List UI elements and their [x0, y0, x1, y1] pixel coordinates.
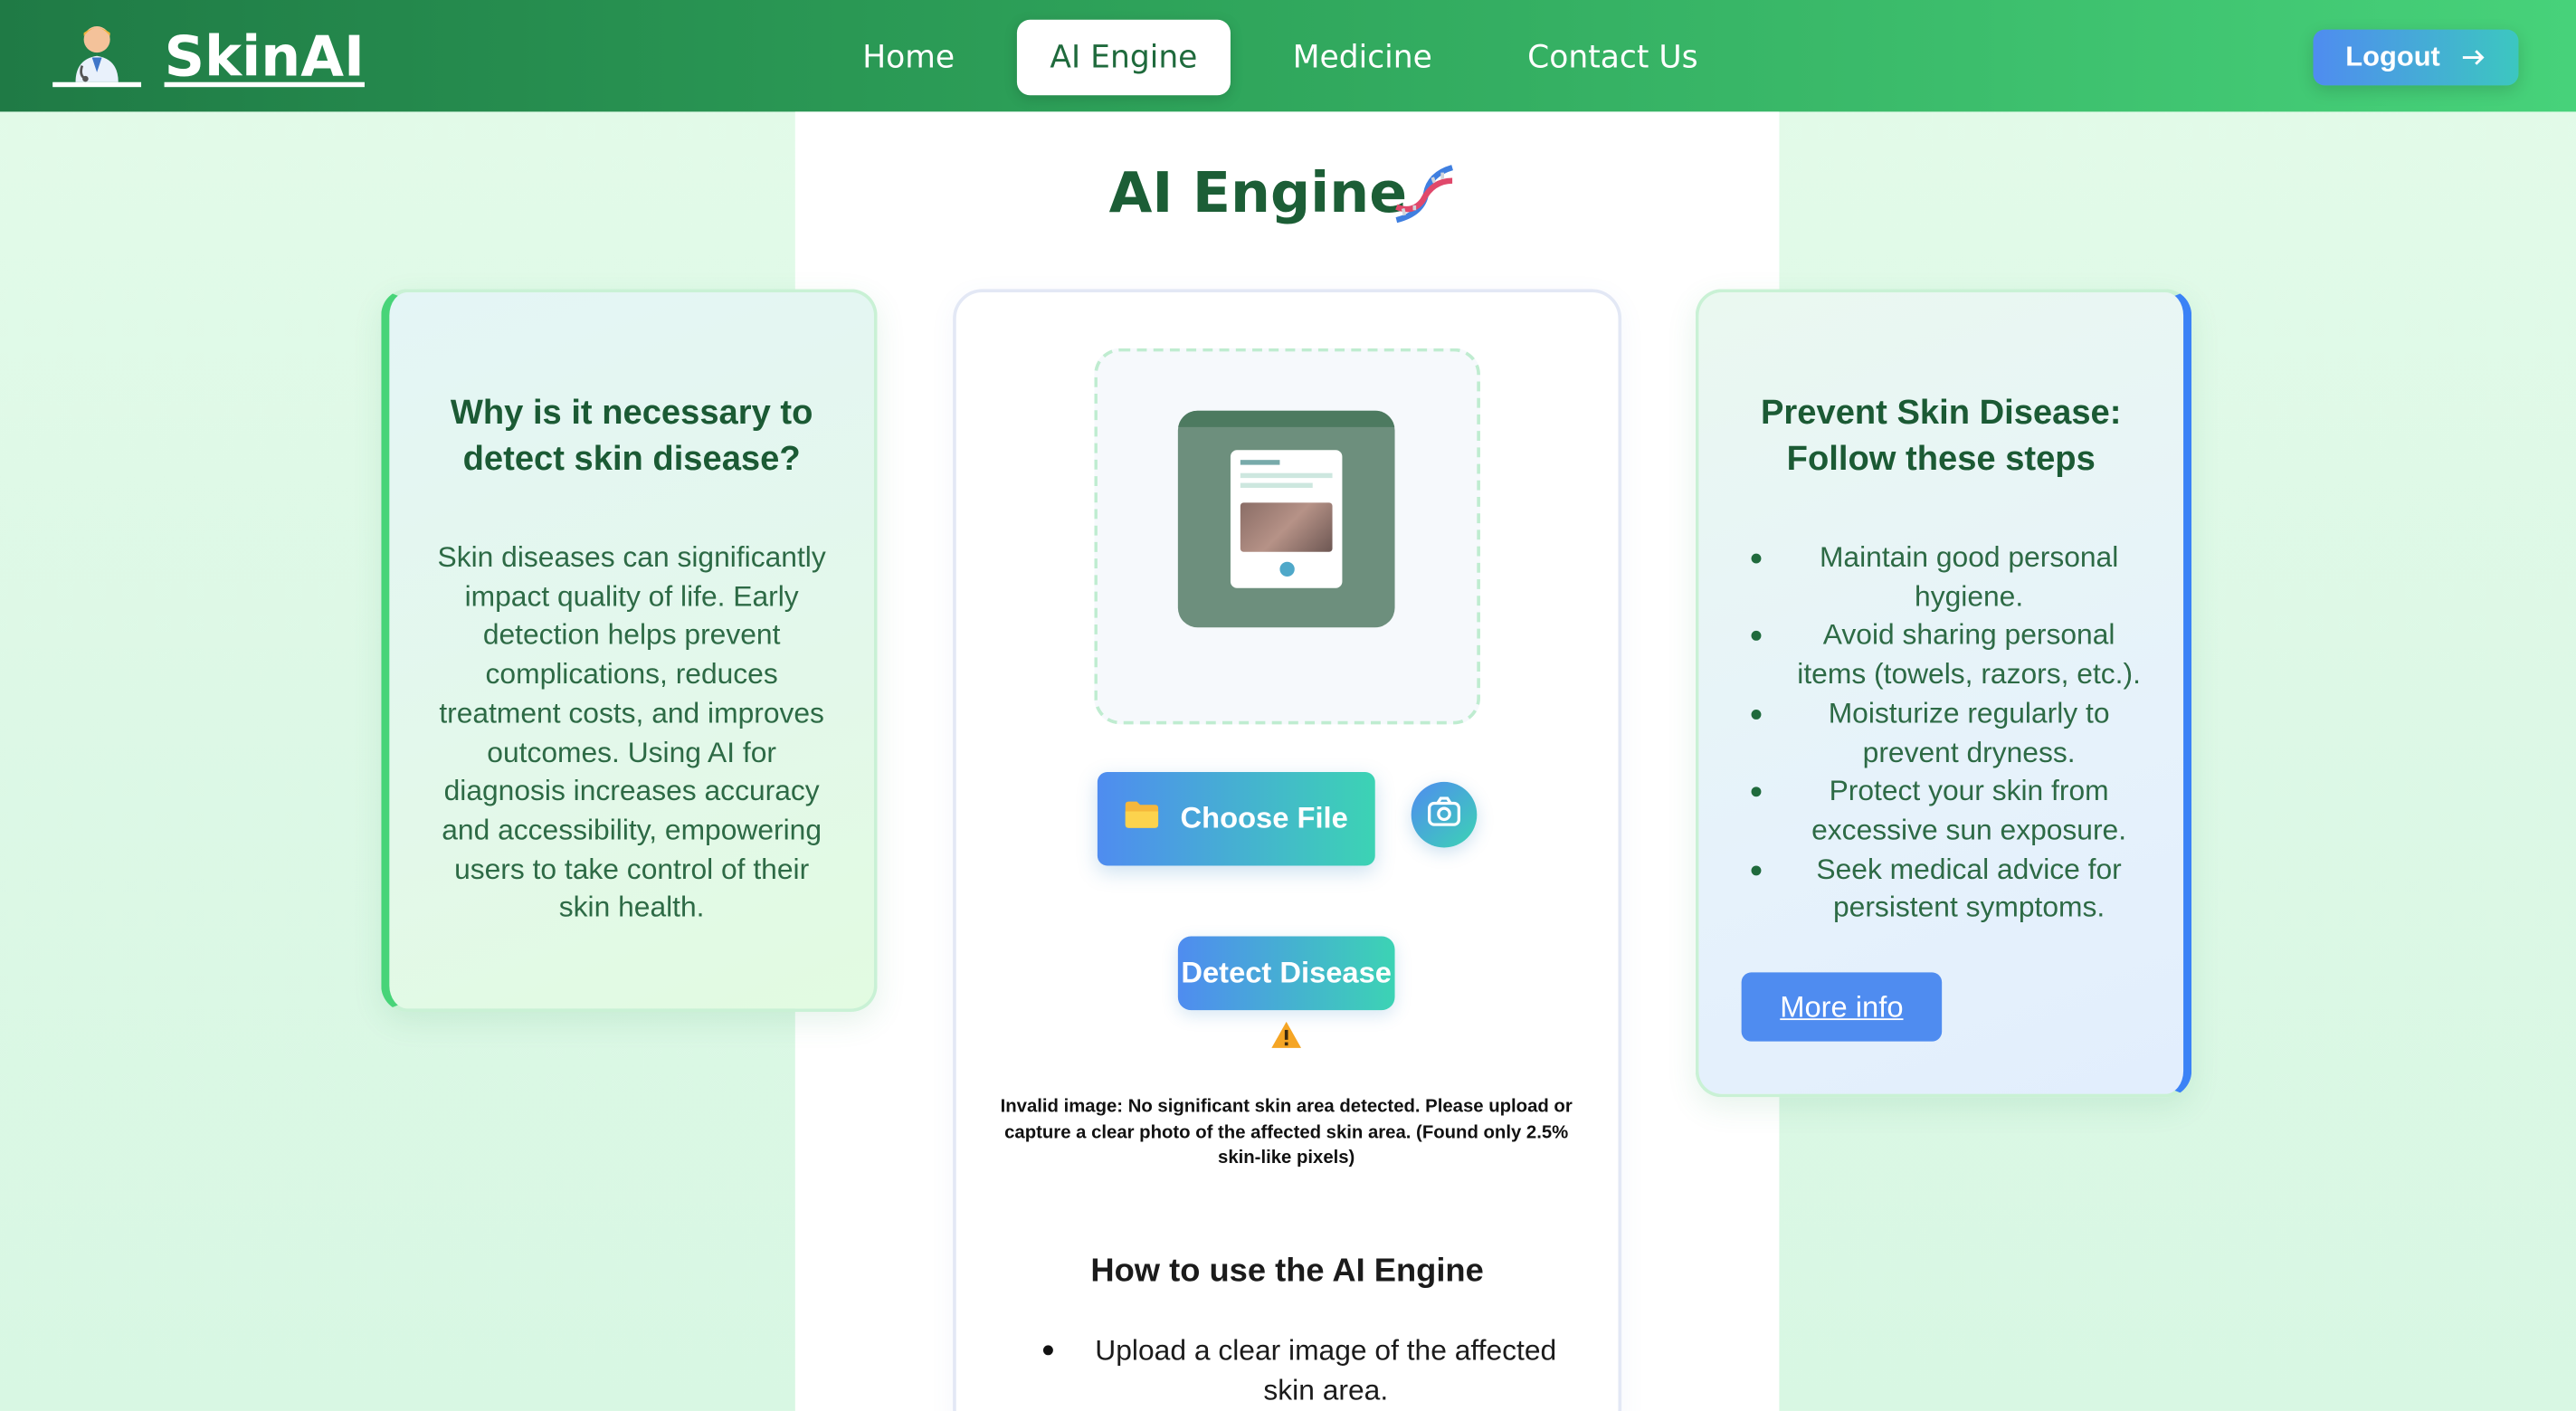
brand-name: SkinAI — [164, 24, 365, 91]
prevent-step: Moisturize regularly to prevent dryness. — [1748, 694, 2144, 772]
nav-home[interactable]: Home — [830, 20, 988, 95]
nav-ai-engine[interactable]: AI Engine — [1017, 19, 1231, 96]
info-card-why-detect: Why is it necessary to detect skin disea… — [381, 289, 878, 1012]
camera-icon — [1428, 796, 1460, 834]
camera-button[interactable] — [1411, 781, 1478, 848]
folder-icon — [1125, 800, 1161, 838]
dna-icon — [1390, 164, 1459, 226]
prevent-step: Avoid sharing personal items (towels, ra… — [1748, 616, 2144, 694]
prevent-step: Maintain good personal hygiene. — [1748, 539, 2144, 616]
choose-file-label: Choose File — [1180, 801, 1348, 834]
prevent-step: Seek medical advice for persistent sympt… — [1748, 850, 2144, 928]
uploaded-image-preview — [1177, 410, 1395, 628]
brand[interactable]: SkinAI — [52, 23, 365, 91]
nav-links: Home AI Engine Medicine Contact Us — [830, 19, 1761, 96]
top-navbar: SkinAI Home AI Engine Medicine Contact U… — [0, 0, 2576, 112]
howto-list: Upload a clear image of the affected ski… — [1041, 1330, 1567, 1409]
choose-file-button[interactable]: Choose File — [1097, 772, 1375, 866]
prevent-title: Prevent Skin Disease: Follow these steps — [1761, 394, 2122, 479]
info-card-prevent: Prevent Skin Disease: Follow these steps… — [1695, 289, 2192, 1098]
why-detect-title: Why is it necessary to detect skin disea… — [450, 394, 813, 479]
detect-disease-button[interactable]: Detect Disease — [1177, 936, 1395, 1011]
page-stage: SkinAI Home AI Engine Medicine Contact U… — [0, 0, 2576, 1411]
howto-item: Upload a clear image of the affected ski… — [1041, 1330, 1567, 1409]
prevent-steps-list: Maintain good personal hygiene. Avoid sh… — [1748, 539, 2144, 928]
howto-title: How to use the AI Engine — [1090, 1253, 1484, 1290]
warning-icon — [1270, 1020, 1303, 1050]
prevent-step: Protect your skin from excessive sun exp… — [1748, 772, 2144, 850]
nav-medicine[interactable]: Medicine — [1259, 20, 1465, 95]
preview-photo — [1240, 502, 1333, 552]
arrow-right-icon — [2463, 41, 2486, 73]
error-message: Invalid image: No significant skin area … — [1000, 1097, 1573, 1168]
logout-label: Logout — [2345, 41, 2440, 72]
preview-modal — [1230, 450, 1343, 588]
logout-button[interactable]: Logout — [2313, 29, 2519, 86]
preview-navbar — [1177, 410, 1395, 427]
page-title: AI Engine — [1108, 160, 1408, 227]
nav-contact-us[interactable]: Contact Us — [1495, 20, 1731, 95]
why-detect-body: Skin diseases can significantly impact q… — [437, 540, 826, 924]
more-info-button[interactable]: More info — [1741, 972, 1943, 1042]
preview-dot — [1279, 561, 1295, 577]
doctor-icon — [52, 23, 142, 91]
